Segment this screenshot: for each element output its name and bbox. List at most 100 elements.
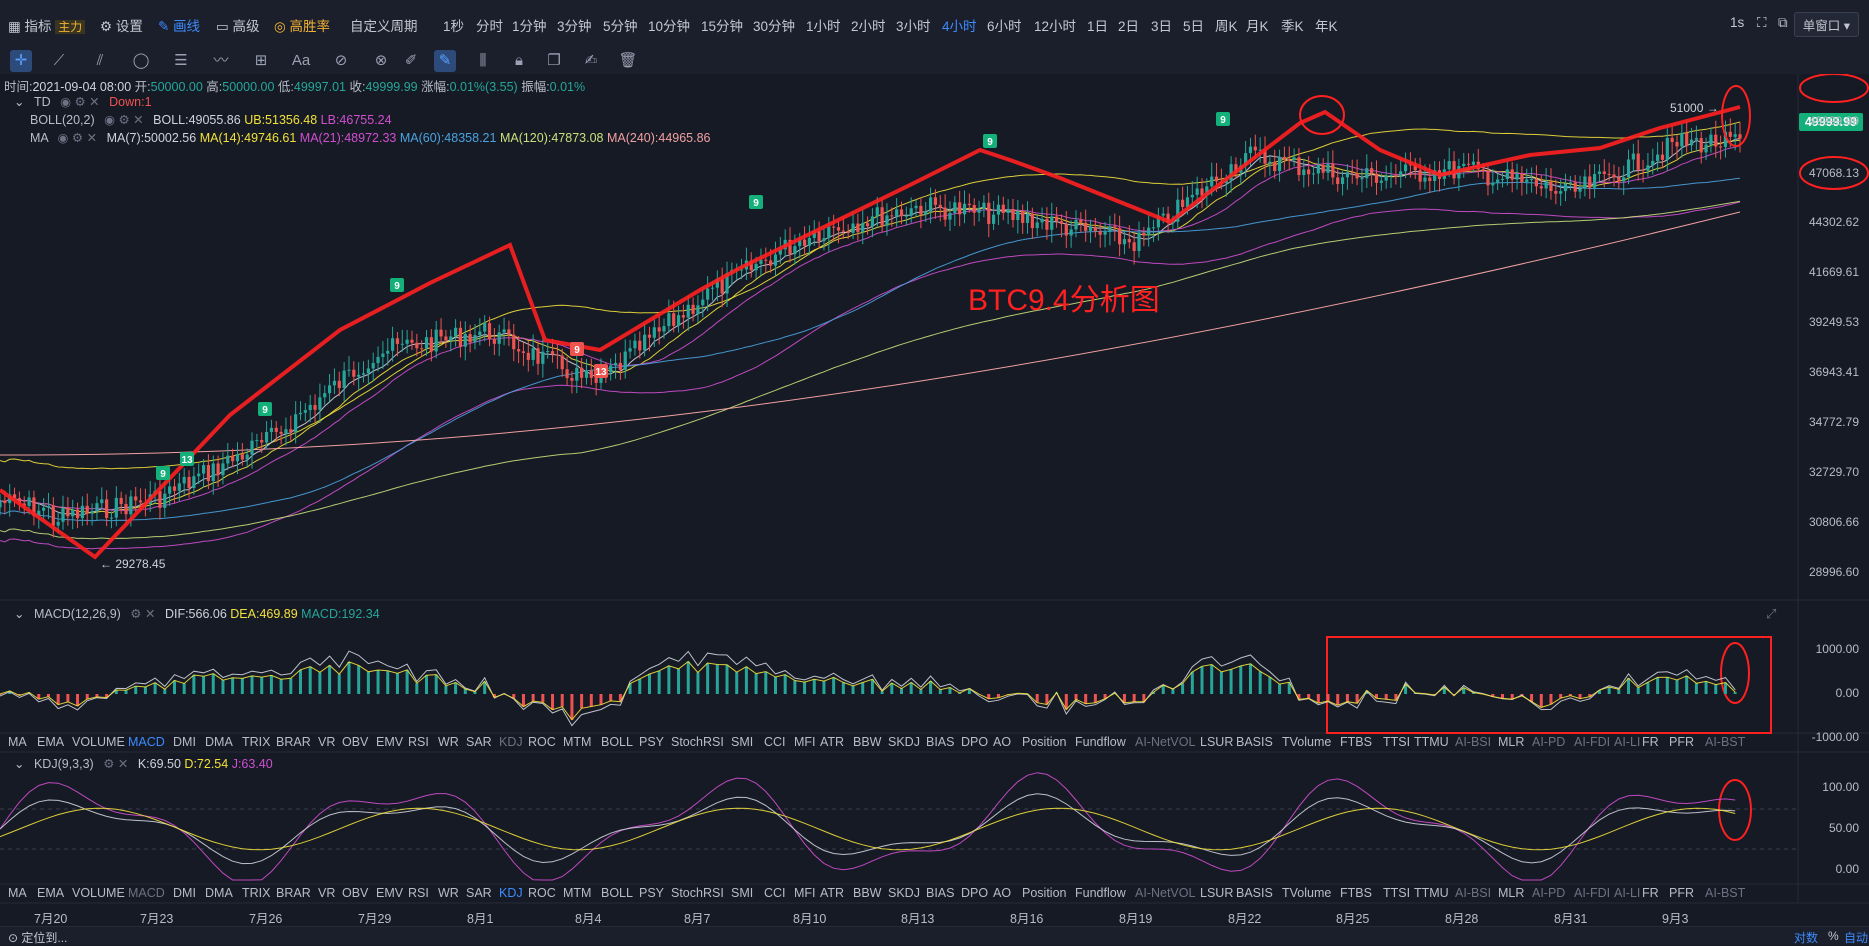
- indicator-tab-atr[interactable]: ATR: [820, 735, 844, 749]
- indicator-tab-dmi[interactable]: DMI: [173, 735, 196, 749]
- indicator-tab-ai-netvol[interactable]: AI-NetVOL: [1135, 735, 1195, 749]
- indicator-tab-lsur[interactable]: LSUR: [1200, 735, 1233, 749]
- period-tab-9[interactable]: 2小时: [851, 15, 886, 35]
- eye-icon[interactable]: ◉ ⚙ ✕: [60, 95, 100, 109]
- ma-controls-icon[interactable]: ◉ ⚙ ✕: [58, 131, 98, 145]
- period-tab-16[interactable]: 3日: [1151, 15, 1172, 35]
- indicator-menu[interactable]: ▦ 指标 主力: [8, 15, 85, 35]
- crosshair-icon[interactable]: ✛: [10, 50, 32, 72]
- lock-icon[interactable]: 🔒︎: [508, 50, 530, 72]
- indicator-tab-ai-bst[interactable]: AI-BST: [1705, 886, 1745, 900]
- delete-icon[interactable]: 🗑︎: [617, 50, 639, 72]
- indicator-tab-fundflow[interactable]: Fundflow: [1075, 886, 1126, 900]
- indicator-tab-fr[interactable]: FR: [1642, 735, 1659, 749]
- indicator-tab-vr[interactable]: VR: [318, 735, 335, 749]
- lock-draw-icon[interactable]: ✎: [434, 50, 456, 72]
- indicator-tab-ai-bsi[interactable]: AI-BSI: [1455, 735, 1491, 749]
- indicator-tab-ai-netvol[interactable]: AI-NetVOL: [1135, 886, 1195, 900]
- period-tab-10[interactable]: 3小时: [896, 15, 931, 35]
- parallel-lines-icon[interactable]: ⫽: [89, 50, 111, 72]
- period-tab-15[interactable]: 2日: [1118, 15, 1139, 35]
- indicator-tab-ema[interactable]: EMA: [37, 886, 64, 900]
- indicator-tab-bbw[interactable]: BBW: [853, 886, 881, 900]
- ruler-icon[interactable]: ✐: [400, 50, 422, 72]
- ellipse-icon[interactable]: ◯: [130, 50, 152, 72]
- indicator-tab-ai-pd[interactable]: AI-PD: [1532, 886, 1565, 900]
- indicator-tab-ftbs[interactable]: FTBS: [1340, 735, 1372, 749]
- window-mode-select[interactable]: 单窗口 ▾: [1794, 12, 1859, 37]
- indicator-tab-roc[interactable]: ROC: [528, 886, 556, 900]
- period-tab-3[interactable]: 3分钟: [557, 15, 592, 35]
- win-rate-button[interactable]: ◎ 高胜率: [274, 15, 330, 35]
- indicator-tab-wr[interactable]: WR: [438, 735, 459, 749]
- settings-button[interactable]: ⚙ 设置: [100, 15, 143, 35]
- period-tab-19[interactable]: 月K: [1246, 15, 1269, 35]
- hide-drawings-icon[interactable]: ⊗: [370, 50, 392, 72]
- indicator-tab-rsi[interactable]: RSI: [408, 886, 429, 900]
- indicator-tab-ai-fdi[interactable]: AI-FDI: [1574, 886, 1610, 900]
- text-icon[interactable]: Aa: [290, 50, 312, 72]
- period-tab-17[interactable]: 5日: [1183, 15, 1204, 35]
- indicator-tab-mtm[interactable]: MTM: [563, 886, 591, 900]
- locate-button[interactable]: ⊙ 定位到...: [8, 929, 67, 946]
- indicator-tab-brar[interactable]: BRAR: [276, 735, 311, 749]
- indicator-tab-trix[interactable]: TRIX: [242, 886, 270, 900]
- indicator-tab-roc[interactable]: ROC: [528, 735, 556, 749]
- measure-icon[interactable]: ⊞: [250, 50, 272, 72]
- macd-controls-icon[interactable]: ⚙ ✕: [130, 607, 155, 621]
- period-tab-20[interactable]: 季K: [1281, 15, 1304, 35]
- indicator-tab-ttsi[interactable]: TTSI: [1383, 735, 1410, 749]
- period-tab-0[interactable]: 1秒: [443, 15, 464, 35]
- indicator-tab-boll[interactable]: BOLL: [601, 886, 633, 900]
- indicator-tab-obv[interactable]: OBV: [342, 886, 368, 900]
- indicator-tab-psy[interactable]: PSY: [639, 735, 664, 749]
- indicator-tab-ai-bsi[interactable]: AI-BSI: [1455, 886, 1491, 900]
- indicator-tab-volume[interactable]: VOLUME: [72, 886, 125, 900]
- expand-icon[interactable]: ⤢: [1766, 606, 1776, 622]
- main-chart-canvas[interactable]: BTC9.4分析图51000 →← 29278.4591399913999: [0, 74, 1869, 910]
- period-tab-7[interactable]: 30分钟: [753, 15, 795, 35]
- indicator-tab-ma[interactable]: MA: [8, 886, 27, 900]
- magnet-icon[interactable]: ⊘: [330, 50, 352, 72]
- collapse-icon[interactable]: ⌄: [14, 95, 24, 109]
- indicator-tab-tvolume[interactable]: TVolume: [1282, 886, 1331, 900]
- period-tab-8[interactable]: 1小时: [806, 15, 841, 35]
- indicator-tab-ai-li[interactable]: AI-LI: [1614, 886, 1640, 900]
- indicator-tab-rsi[interactable]: RSI: [408, 735, 429, 749]
- indicator-tab-brar[interactable]: BRAR: [276, 886, 311, 900]
- indicator-tab-ai-fdi[interactable]: AI-FDI: [1574, 735, 1610, 749]
- period-tab-18[interactable]: 周K: [1215, 15, 1238, 35]
- period-tab-11[interactable]: 4小时: [942, 15, 977, 35]
- wave-icon[interactable]: 〰: [210, 50, 232, 72]
- collapse-icon[interactable]: ⌄: [14, 607, 24, 621]
- period-tab-4[interactable]: 5分钟: [603, 15, 638, 35]
- indicator-tab-smi[interactable]: SMI: [731, 735, 753, 749]
- indicator-tab-vr[interactable]: VR: [318, 886, 335, 900]
- copy-icon[interactable]: ❐: [543, 50, 565, 72]
- indicator-tab-stochrsi[interactable]: StochRSI: [671, 735, 724, 749]
- popout-icon[interactable]: ⧉: [1778, 15, 1788, 31]
- indicator-tab-tvolume[interactable]: TVolume: [1282, 735, 1331, 749]
- indicator-tab-obv[interactable]: OBV: [342, 735, 368, 749]
- indicator-tab-ma[interactable]: MA: [8, 735, 27, 749]
- indicator-tab-wr[interactable]: WR: [438, 886, 459, 900]
- edit-icon[interactable]: ✍: [580, 50, 602, 72]
- indicator-tab-bias[interactable]: BIAS: [926, 886, 955, 900]
- indicator-tab-lsur[interactable]: LSUR: [1200, 886, 1233, 900]
- indicator-tab-dma[interactable]: DMA: [205, 735, 233, 749]
- indicator-tab-emv[interactable]: EMV: [376, 735, 403, 749]
- indicator-tab-bias[interactable]: BIAS: [926, 735, 955, 749]
- indicator-tab-ttmu[interactable]: TTMU: [1414, 735, 1449, 749]
- indicator-tab-cci[interactable]: CCI: [764, 735, 786, 749]
- indicator-tab-ttmu[interactable]: TTMU: [1414, 886, 1449, 900]
- indicator-tab-kdj[interactable]: KDJ: [499, 735, 523, 749]
- indicator-tab-mfi[interactable]: MFI: [794, 886, 816, 900]
- kdj-controls-icon[interactable]: ⚙ ✕: [103, 757, 128, 771]
- indicator-tab-psy[interactable]: PSY: [639, 886, 664, 900]
- indicator-tab-ai-li[interactable]: AI-LI: [1614, 735, 1640, 749]
- indicator-tab-atr[interactable]: ATR: [820, 886, 844, 900]
- indicator-tab-macd[interactable]: MACD: [128, 886, 165, 900]
- period-tab-13[interactable]: 12小时: [1034, 15, 1076, 35]
- indicator-tab-dma[interactable]: DMA: [205, 886, 233, 900]
- indicator-tab-trix[interactable]: TRIX: [242, 735, 270, 749]
